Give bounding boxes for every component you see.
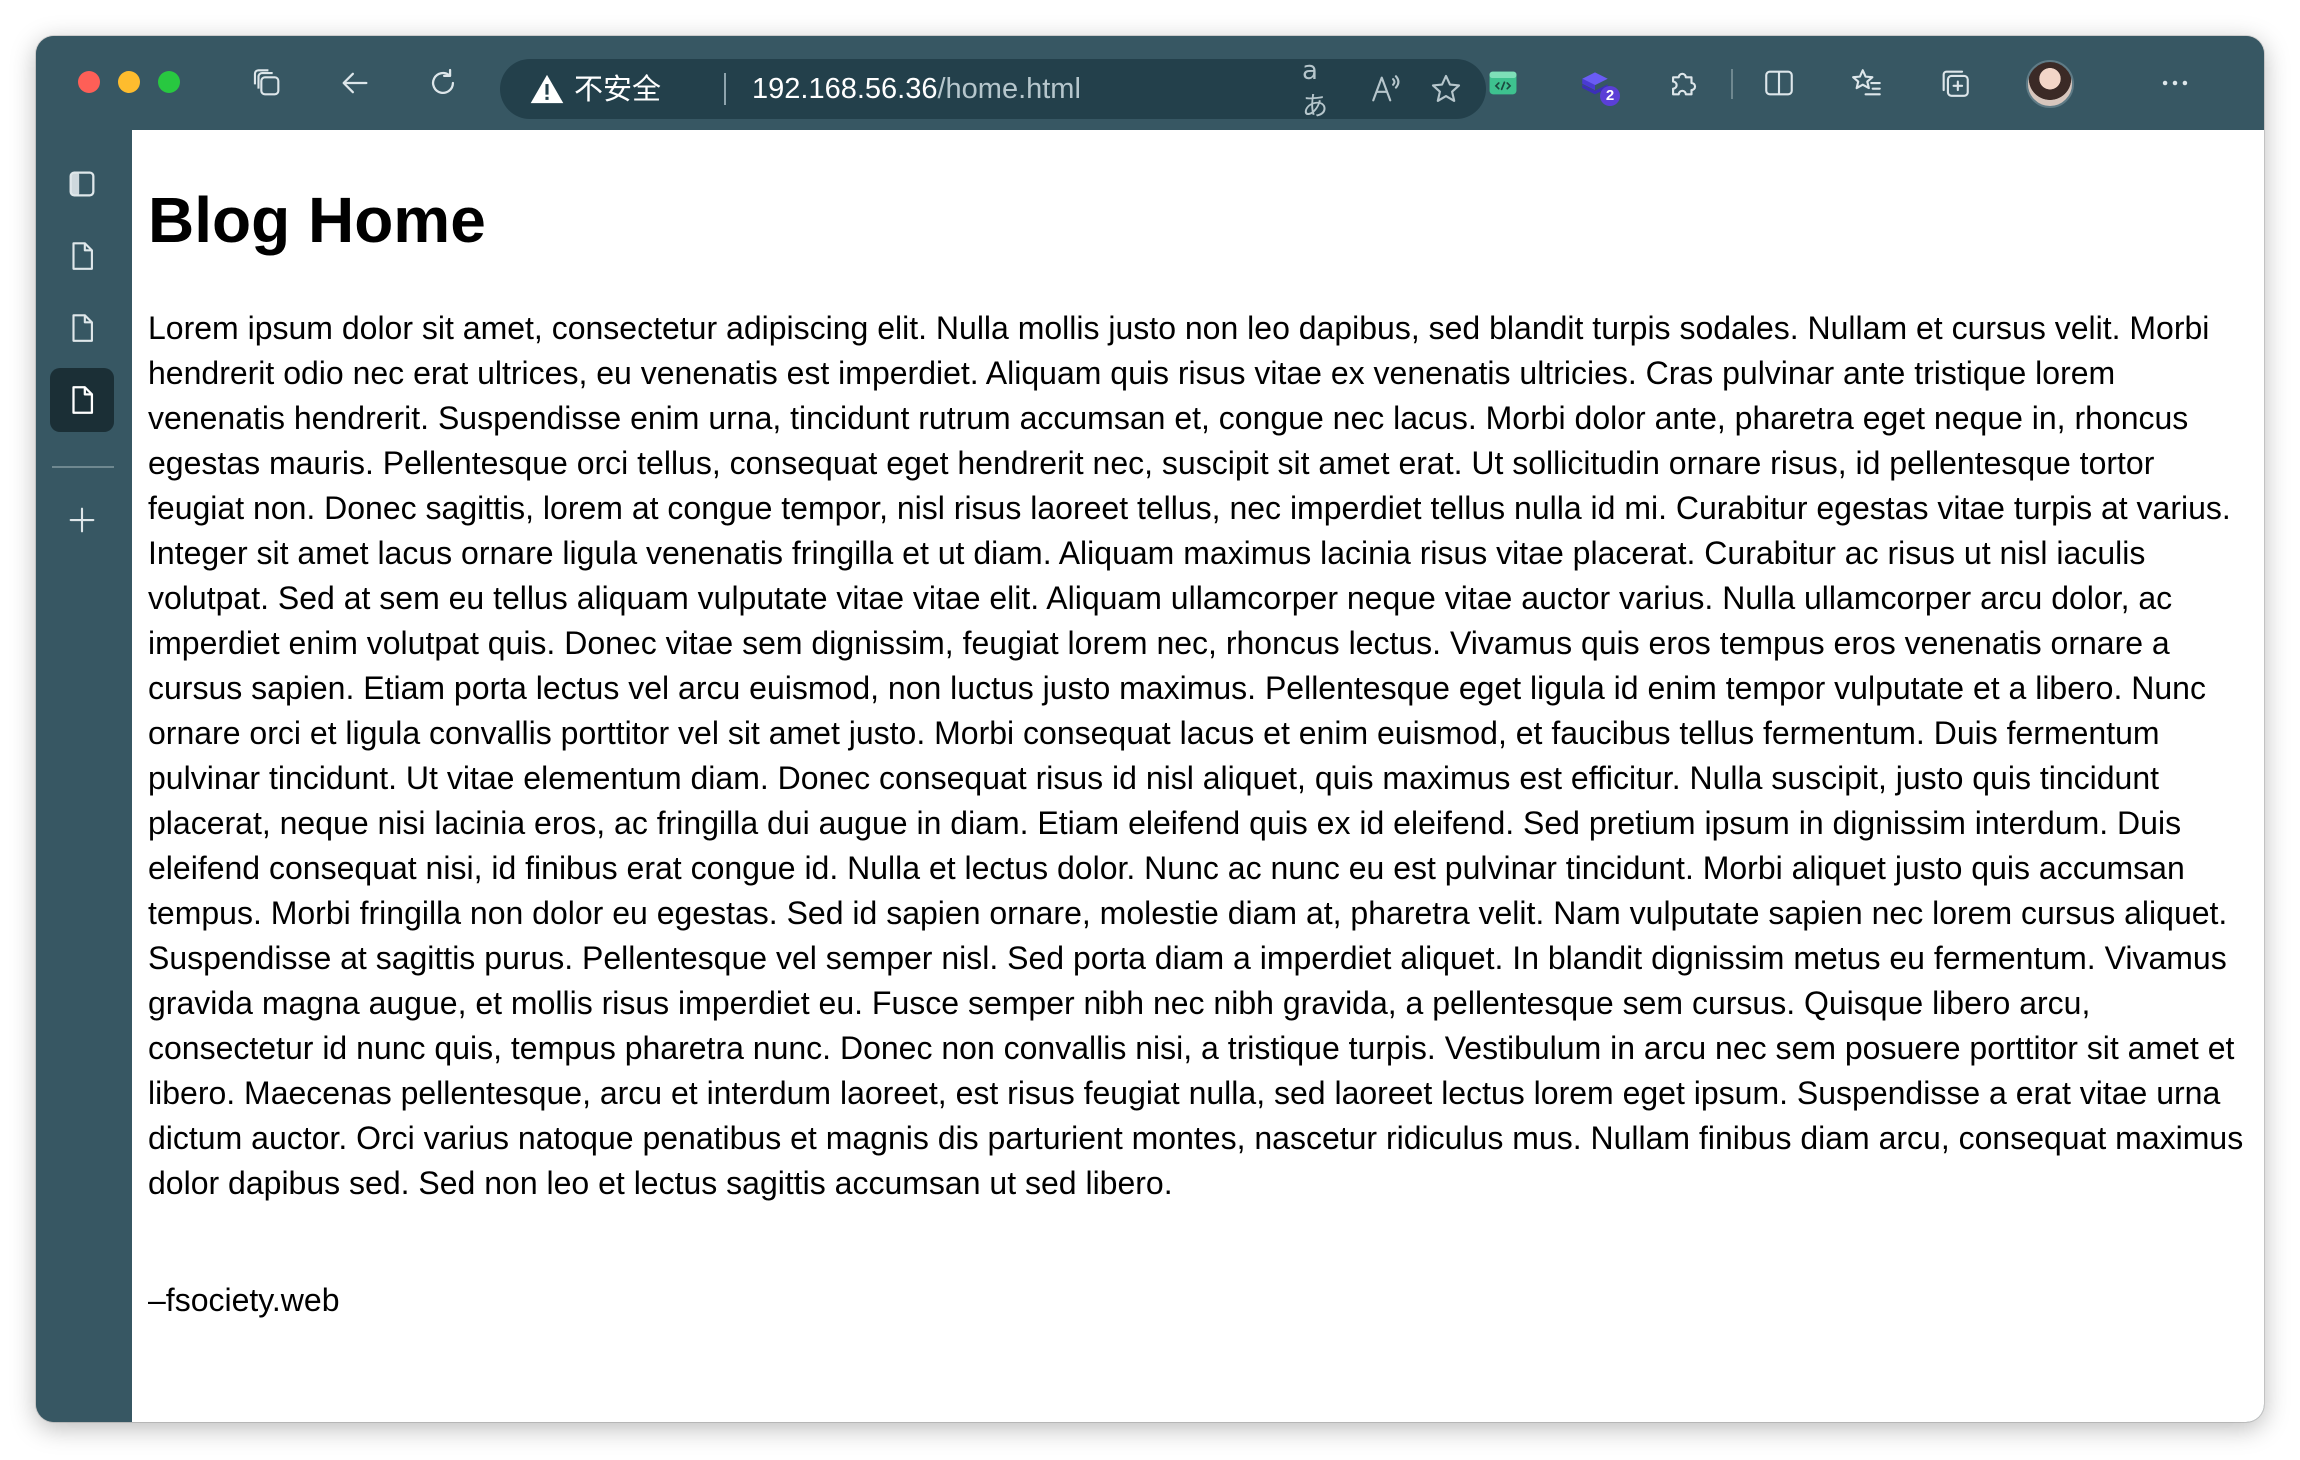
tab-page-icon[interactable] [50,368,114,432]
translate-icon[interactable]: aあ [1302,56,1342,122]
security-status-label[interactable]: 不安全 [574,73,661,105]
puzzle-icon[interactable] [1658,58,1708,108]
split-screen-icon[interactable] [1754,58,1804,108]
tab-page-icon[interactable] [50,224,114,288]
warning-icon[interactable] [530,73,564,105]
sidebar-divider [52,466,114,468]
refresh-icon[interactable] [418,58,468,108]
url-field[interactable]: 192.168.56.36/home.html [752,71,1081,107]
browser-window: 不安全 192.168.56.36/home.html aあ 2 Blog Ho… [36,36,2264,1422]
maximize-window-button[interactable] [158,71,180,93]
address-divider [724,73,726,105]
more-icon[interactable] [2150,58,2200,108]
collections-icon[interactable] [1930,58,1980,108]
stack-extension-icon[interactable]: 2 [1570,58,1620,108]
new-tab-plus-icon[interactable] [50,488,114,552]
vertical-tabs-sidebar [36,130,132,1422]
minimize-window-button[interactable] [118,71,140,93]
tab-actions-icon[interactable] [242,58,292,108]
back-arrow-icon[interactable] [330,58,380,108]
address-bar[interactable]: 不安全 192.168.56.36/home.html aあ [500,56,1486,122]
code-window-icon[interactable] [1478,58,1528,108]
close-window-button[interactable] [78,71,100,93]
profile-avatar[interactable] [2026,60,2074,108]
page-title: Blog Home [148,184,486,256]
url-host: 192.168.56.36 [752,73,938,105]
blog-body-text: Lorem ipsum dolor sit amet, consectetur … [148,310,2244,1201]
url-path: /home.html [937,73,1081,105]
extension-badge: 2 [1600,86,1620,106]
star-icon[interactable] [1426,69,1466,109]
favorites-list-icon[interactable] [1842,58,1892,108]
page-content: Blog Home Lorem ipsum dolor sit amet, co… [132,130,2264,1422]
read-aloud-icon[interactable] [1366,69,1406,109]
blog-signature: –fsociety.web [148,1282,340,1318]
tab-page-icon[interactable] [50,296,114,360]
browser-toolbar: 不安全 192.168.56.36/home.html aあ 2 [36,36,2264,130]
toolbar-divider [1731,69,1733,99]
sidebar-toggle-icon[interactable] [50,152,114,216]
